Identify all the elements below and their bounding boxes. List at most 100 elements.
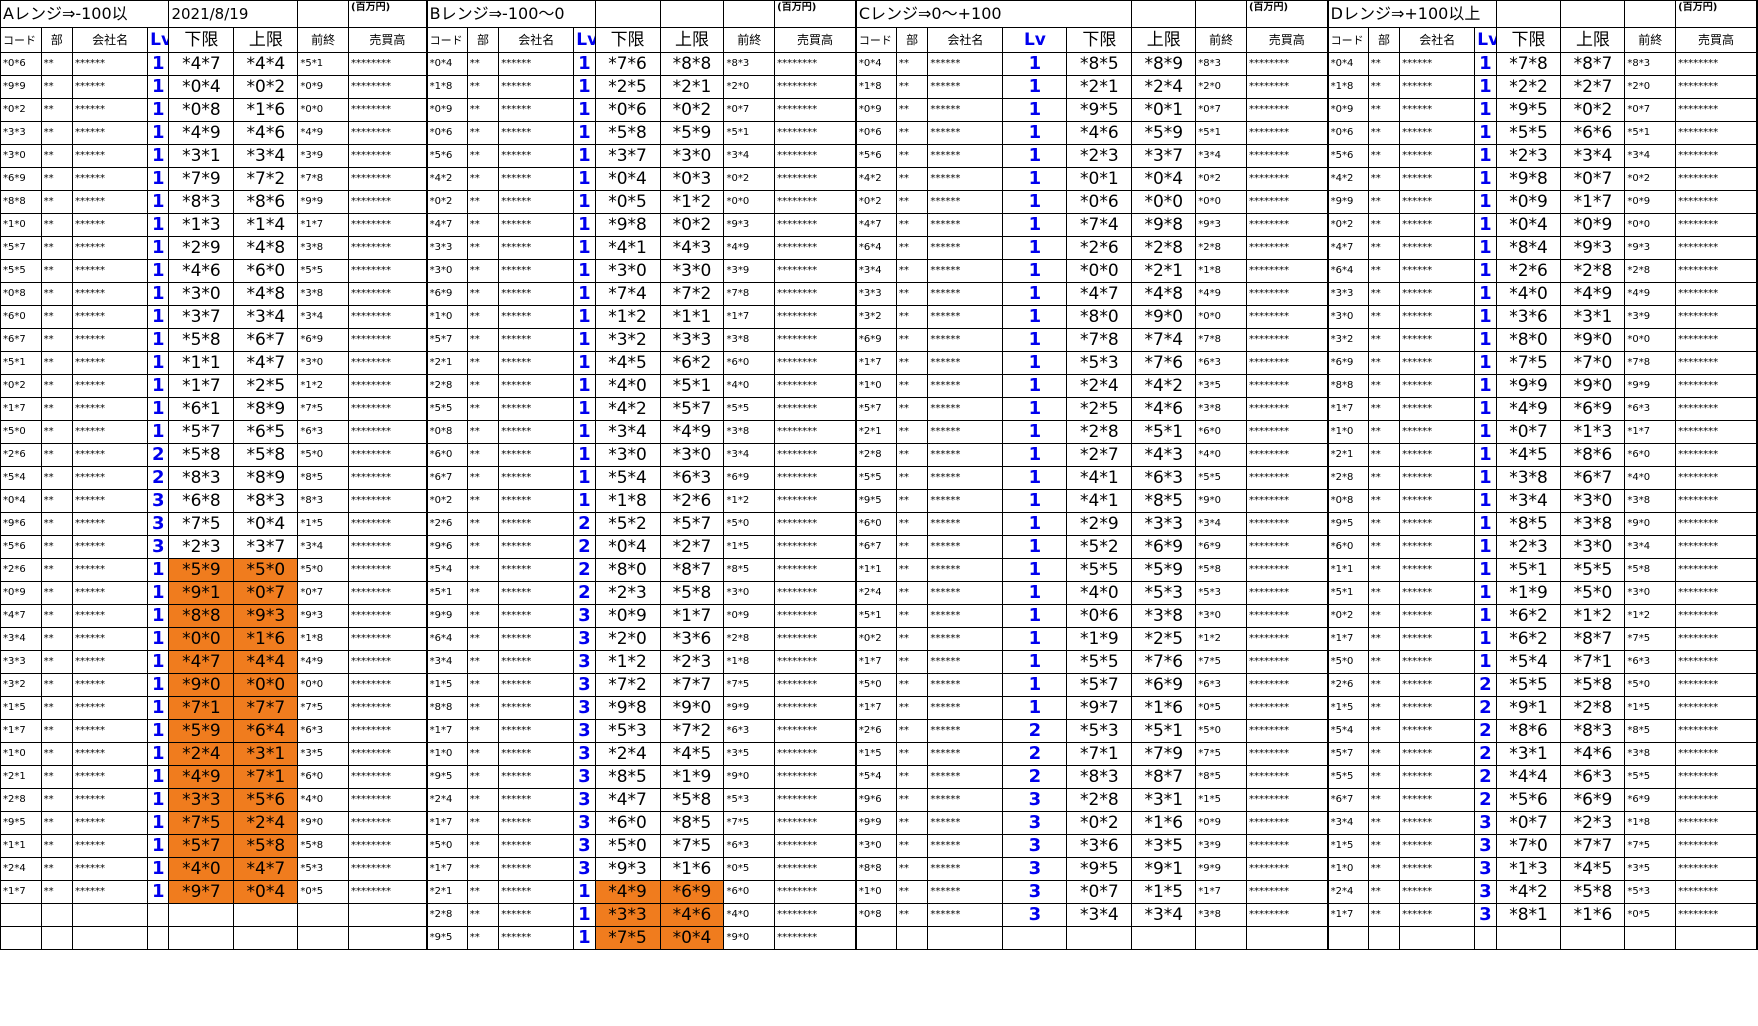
table-row: *5*1 ** ****** 1 *1*1 *4*7 *3*0 ******** *2*1 ** *… — [0, 351, 1758, 375]
cell-prev: *5*0 — [723, 512, 776, 536]
column-header-lv: Lv — [573, 27, 596, 53]
cell-company: ****** — [72, 834, 149, 858]
table-row: *0*4 ** ****** 3 *6*8 *8*3 *8*3 ******** *0*2 ** *… — [0, 489, 1758, 513]
cell-upper: *3*8 — [1131, 604, 1197, 628]
cell-code: *0*9 — [855, 98, 897, 122]
cell-sales: ******** — [1245, 857, 1329, 881]
cell-lv: 2 — [1474, 719, 1497, 743]
cell-sales: ******** — [348, 765, 428, 789]
cell-lv: 1 — [1002, 236, 1068, 260]
cell-lower: *5*6 — [1495, 788, 1562, 812]
cell-code: *1*0 — [0, 742, 42, 766]
column-header-upper: 上限 — [1560, 27, 1626, 53]
cell-company: ****** — [927, 397, 1004, 421]
cell-upper: *5*8 — [233, 834, 299, 858]
cell-prev: *4*9 — [297, 121, 350, 145]
cell-lower: *5*8 — [168, 328, 235, 352]
cell-prev: *9*0 — [1624, 512, 1677, 536]
cell-code: *0*8 — [0, 282, 42, 306]
blank-cell — [895, 926, 929, 950]
cell-sales: ******** — [1675, 742, 1758, 766]
cell-code: *1*7 — [855, 351, 897, 375]
cell-lower: *4*7 — [1066, 282, 1133, 306]
cell-upper: *5*0 — [1560, 581, 1626, 605]
cell-dept: ** — [466, 167, 500, 191]
cell-dept: ** — [466, 719, 500, 743]
cell-company: ****** — [72, 397, 149, 421]
cell-dept: ** — [1367, 857, 1401, 881]
cell-sales: ******** — [1245, 52, 1329, 76]
cell-lower: *8*8 — [168, 604, 235, 628]
cell-company: ****** — [1399, 834, 1476, 858]
cell-lower: *2*6 — [1066, 236, 1133, 260]
cell-upper: *4*9 — [1560, 282, 1626, 306]
cell-dept: ** — [895, 144, 929, 168]
cell-lower: *6*0 — [594, 811, 661, 835]
cell-lv: 1 — [147, 581, 170, 605]
cell-lv: 1 — [1002, 374, 1068, 398]
cell-upper: *6*5 — [233, 420, 299, 444]
cell-lv: 1 — [1474, 535, 1497, 559]
cell-lower: *5*5 — [1495, 673, 1562, 697]
cell-dept: ** — [1367, 489, 1401, 513]
cell-upper: *5*3 — [1131, 581, 1197, 605]
cell-company: ****** — [498, 98, 575, 122]
cell-upper: *9*3 — [233, 604, 299, 628]
cell-dept: ** — [466, 75, 500, 99]
cell-code: *1*1 — [1327, 558, 1369, 582]
cell-code: *6*4 — [1327, 259, 1369, 283]
cell-code: *3*0 — [0, 144, 42, 168]
cell-sales: ******** — [348, 604, 428, 628]
cell-code: *3*3 — [0, 650, 42, 674]
unit-label: (百万円) — [1675, 0, 1758, 28]
cell-code: *2*1 — [1327, 443, 1369, 467]
cell-upper: *0*2 — [1560, 98, 1626, 122]
cell-lv: 1 — [1474, 167, 1497, 191]
cell-lower: *3*6 — [1495, 305, 1562, 329]
cell-prev: *5*1 — [1195, 121, 1247, 145]
cell-prev: *9*0 — [1195, 489, 1247, 513]
cell-lv: 1 — [1474, 351, 1497, 375]
cell-prev: *9*3 — [297, 604, 350, 628]
cell-lower: *3*7 — [168, 305, 235, 329]
column-header-dept: 部 — [40, 27, 74, 53]
cell-company: ****** — [498, 926, 575, 950]
cell-upper: *2*8 — [1560, 696, 1626, 720]
cell-prev: *5*5 — [1195, 466, 1247, 490]
cell-lv: 1 — [1474, 489, 1497, 513]
cell-dept: ** — [1367, 604, 1401, 628]
cell-dept: ** — [40, 466, 74, 490]
cell-lv: 1 — [1474, 420, 1497, 444]
cell-sales: ******** — [1675, 75, 1758, 99]
cell-prev: *7*5 — [1195, 742, 1247, 766]
cell-dept: ** — [466, 926, 500, 950]
cell-code: *5*1 — [426, 581, 468, 605]
cell-lower: *5*9 — [168, 558, 235, 582]
cell-lower: *2*3 — [1066, 144, 1133, 168]
cell-lv: 1 — [147, 834, 170, 858]
cell-company: ****** — [1399, 328, 1476, 352]
cell-prev: *0*2 — [1195, 167, 1247, 191]
cell-sales: ******** — [1675, 282, 1758, 306]
cell-lv: 1 — [147, 604, 170, 628]
cell-code: *9*9 — [426, 604, 468, 628]
cell-upper: *4*3 — [1131, 443, 1197, 467]
cell-prev: *0*0 — [1195, 305, 1247, 329]
cell-lv: 2 — [147, 443, 170, 467]
cell-lv: 2 — [573, 535, 596, 559]
cell-lv: 1 — [1002, 627, 1068, 651]
cell-lower: *1*7 — [168, 374, 235, 398]
cell-lv: 1 — [1474, 604, 1497, 628]
cell-lower: *6*1 — [168, 397, 235, 421]
cell-lower: *8*5 — [1495, 512, 1562, 536]
blank-cell — [1131, 0, 1197, 28]
cell-company: ****** — [498, 305, 575, 329]
blank-cell — [40, 926, 74, 950]
cell-company: ****** — [927, 489, 1004, 513]
cell-sales: ******** — [1245, 558, 1329, 582]
cell-prev: *3*0 — [723, 581, 776, 605]
cell-company: ****** — [927, 213, 1004, 237]
cell-dept: ** — [40, 604, 74, 628]
cell-prev: *6*9 — [723, 466, 776, 490]
cell-lv: 1 — [1474, 305, 1497, 329]
